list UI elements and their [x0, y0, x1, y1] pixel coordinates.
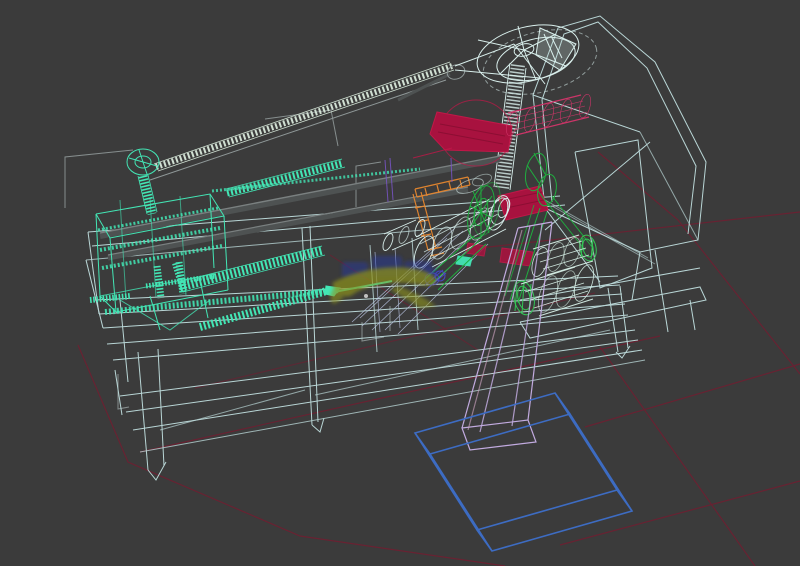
cad-viewport[interactable] — [0, 0, 800, 566]
wireframe-scene — [0, 0, 800, 566]
watermark-speck — [364, 294, 368, 298]
